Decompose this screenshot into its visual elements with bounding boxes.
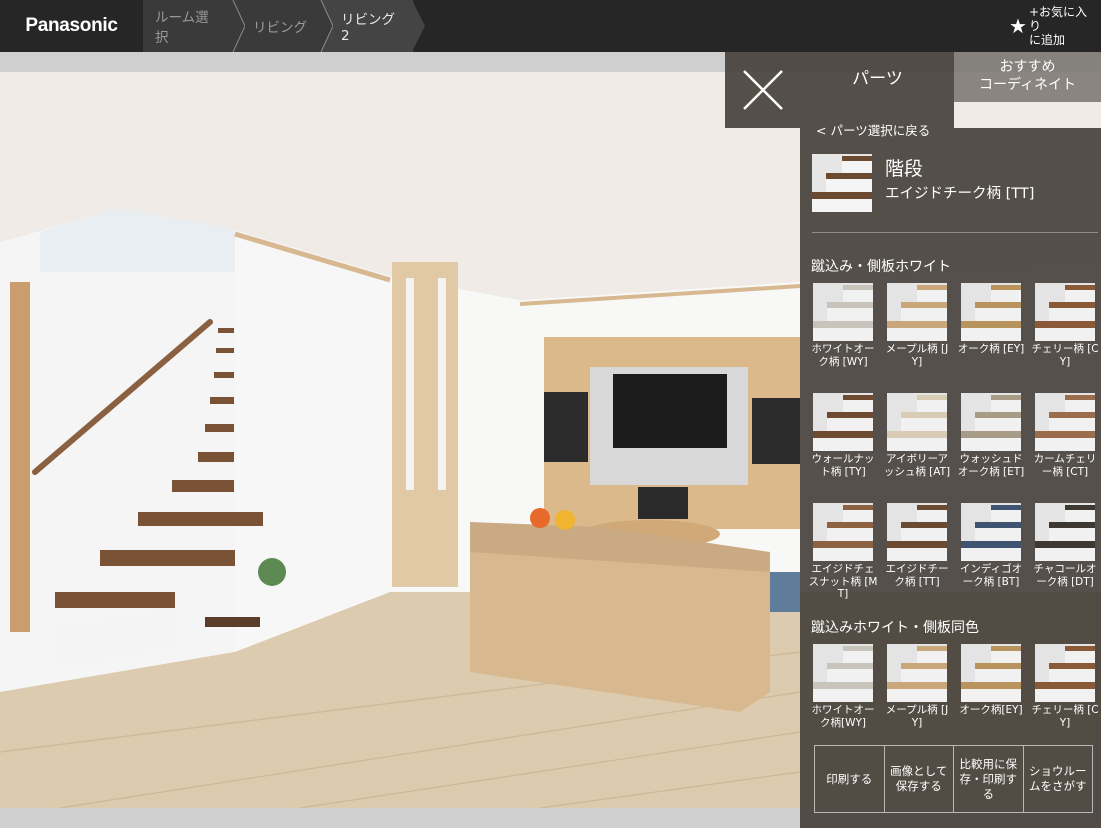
selected-stair-thumbnail <box>812 154 872 212</box>
stair-swatch-label: ウォッシュドオーク柄 [ET] <box>957 453 1025 478</box>
stair-swatch[interactable]: チェリー柄 [CY] <box>1028 644 1101 754</box>
stair-swatch-thumbnail <box>1035 393 1095 451</box>
stair-swatch[interactable]: ホワイトオーク柄[WY] <box>806 644 880 754</box>
stair-swatch[interactable]: ウォッシュドオーク柄 [ET] <box>954 393 1028 503</box>
stair-swatch[interactable]: エイジドチェスナット柄 [MT] <box>806 503 880 613</box>
star-icon: ★ <box>1009 14 1027 38</box>
stair-swatch[interactable]: ウォールナット柄 [TY] <box>806 393 880 503</box>
stair-swatch-label: エイジドチェスナット柄 [MT] <box>808 563 878 600</box>
stair-swatch-label: エイジドチーク柄 [TT] <box>885 563 949 588</box>
stair-swatch-thumbnail <box>887 283 947 341</box>
stair-swatch-label: メープル柄 [JY] <box>885 704 949 729</box>
stair-swatch-thumbnail <box>961 503 1021 561</box>
stair-swatch[interactable]: ホワイトオーク柄 [WY] <box>806 283 880 393</box>
stair-swatch-label: チェリー柄 [CY] <box>1031 343 1099 368</box>
breadcrumb-label: リビング2 <box>341 12 395 44</box>
stair-swatch-thumbnail <box>961 393 1021 451</box>
divider <box>812 232 1098 233</box>
chevron-right-icon <box>412 0 425 52</box>
stair-swatch[interactable]: アイボリーアッシュ柄 [AT] <box>880 393 954 503</box>
stair-swatch-thumbnail <box>813 644 873 702</box>
parts-panel: < パーツ選択に戻る 階段 エイジドチーク柄 [TT] 蹴込み・側板ホワイト ホ… <box>800 123 1101 828</box>
close-panel-button[interactable] <box>725 52 801 128</box>
action-bar: 印刷する 画像として保存する 比較用に保存・印刷する ショウルームをさがす <box>814 745 1093 813</box>
stair-swatch-thumbnail <box>961 644 1021 702</box>
stair-swatch-label: メープル柄 [JY] <box>885 343 949 368</box>
bottom-strip <box>0 808 800 828</box>
stair-swatch-thumbnail <box>887 393 947 451</box>
section-title-same-color: 蹴込みホワイト・側板同色 <box>811 620 979 636</box>
tab-parts[interactable]: パーツ <box>801 52 954 128</box>
stair-swatch[interactable]: オーク柄[EY] <box>954 644 1028 754</box>
breadcrumb: ルーム選択 リビング リビング2 <box>143 0 425 52</box>
stair-swatch-thumbnail <box>961 283 1021 341</box>
stair-swatch-thumbnail <box>813 393 873 451</box>
selected-part-name: エイジドチーク柄 [TT] <box>885 186 1035 202</box>
stair-swatch-thumbnail <box>1035 644 1095 702</box>
stair-swatch[interactable]: チェリー柄 [CY] <box>1028 283 1101 393</box>
stair-swatch-label: アイボリーアッシュ柄 [AT] <box>883 453 951 478</box>
stair-swatch[interactable]: エイジドチーク柄 [TT] <box>880 503 954 613</box>
stair-swatch-thumbnail <box>887 503 947 561</box>
stair-swatch-label: カームチェリー柄 [CT] <box>1033 453 1097 478</box>
stair-swatch-label: チャコールオーク柄 [DT] <box>1033 563 1097 588</box>
section-title-white: 蹴込み・側板ホワイト <box>811 259 951 275</box>
breadcrumb-label: リビング <box>253 20 307 36</box>
breadcrumb-room-select[interactable]: ルーム選択 <box>143 0 245 52</box>
find-showroom-button[interactable]: ショウルームをさがす <box>1024 746 1093 812</box>
stair-swatch[interactable]: メープル柄 [JY] <box>880 283 954 393</box>
print-button[interactable]: 印刷する <box>815 746 885 812</box>
stair-swatch-label: インディゴオーク柄 [BT] <box>959 563 1023 588</box>
back-to-parts-link[interactable]: < パーツ選択に戻る <box>816 120 930 139</box>
stair-swatch-thumbnail <box>887 644 947 702</box>
tab-recommend-label-2: コーディネイト <box>978 77 1077 93</box>
stair-swatch[interactable]: カームチェリー柄 [CT] <box>1028 393 1101 503</box>
tab-recommend-label-1: おすすめ <box>999 59 1056 75</box>
stair-swatch-label: オーク柄[EY] <box>959 704 1023 716</box>
stair-swatch-label: オーク柄 [EY] <box>957 343 1025 355</box>
stair-swatch-thumbnail <box>1035 503 1095 561</box>
brand-logo[interactable]: Panasonic <box>0 0 143 52</box>
stair-swatch[interactable]: オーク柄 [EY] <box>954 283 1028 393</box>
stair-swatch-label: ウォールナット柄 [TY] <box>811 453 875 478</box>
breadcrumb-label: ルーム選択 <box>155 10 209 46</box>
stair-swatch-thumbnail <box>813 283 873 341</box>
top-bar: Panasonic ルーム選択 リビング リビング2 ★ +お気に入り に追加 <box>0 0 1101 52</box>
swatch-grid-white: ホワイトオーク柄 [WY] メープル柄 [JY] オーク柄 [EY] チェリー柄 [C… <box>806 283 1101 613</box>
chevron-right-icon <box>320 0 333 52</box>
stair-swatch[interactable]: インディゴオーク柄 [BT] <box>954 503 1028 613</box>
breadcrumb-living[interactable]: リビング <box>233 0 333 52</box>
chevron-right-icon <box>232 0 245 52</box>
favorite-label: +お気に入り に追加 <box>1028 5 1087 47</box>
stair-swatch-thumbnail <box>1035 283 1095 341</box>
stair-swatch[interactable]: メープル柄 [JY] <box>880 644 954 754</box>
selected-part: 階段 エイジドチーク柄 [TT] <box>812 152 1092 216</box>
add-favorite-button[interactable]: ★ +お気に入り に追加 <box>1009 5 1091 47</box>
stair-swatch-label: ホワイトオーク柄 [WY] <box>811 343 875 368</box>
stair-swatch-thumbnail <box>813 503 873 561</box>
tab-parts-label: パーツ <box>852 68 903 89</box>
selected-part-title: 階段 <box>885 158 924 180</box>
save-compare-button[interactable]: 比較用に保存・印刷する <box>954 746 1024 812</box>
swatch-grid-same-color: ホワイトオーク柄[WY] メープル柄 [JY] オーク柄[EY] チェリー柄 [CY] <box>806 644 1101 754</box>
breadcrumb-living2: リビング2 <box>321 0 425 52</box>
stair-swatch[interactable]: チャコールオーク柄 [DT] <box>1028 503 1101 613</box>
stair-swatch-label: ホワイトオーク柄[WY] <box>811 704 875 729</box>
stair-swatch-label: チェリー柄 [CY] <box>1031 704 1099 729</box>
close-icon <box>743 70 783 110</box>
tab-recommend-coordinate[interactable]: おすすめ コーディネイト <box>954 52 1101 102</box>
save-image-button[interactable]: 画像として保存する <box>885 746 954 812</box>
